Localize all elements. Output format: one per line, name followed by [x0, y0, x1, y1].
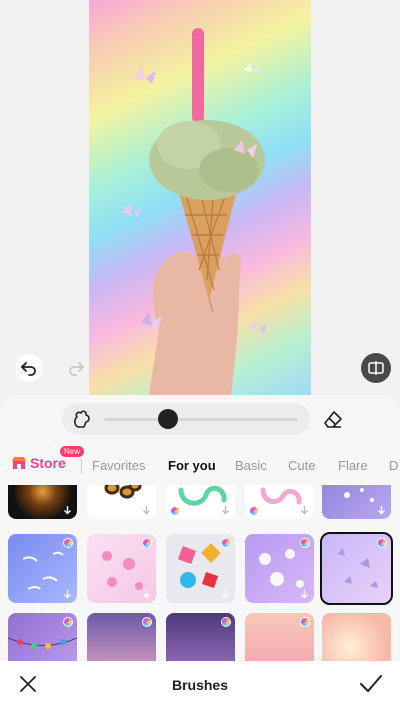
compare-icon	[368, 361, 384, 375]
download-icon	[222, 590, 229, 599]
category-tabs: Store New Favorites For you Basic Cute F…	[0, 445, 400, 485]
ice-cream-image	[122, 28, 267, 395]
brush-shape-icon[interactable]	[70, 407, 94, 431]
panel-title: Brushes	[171, 677, 229, 693]
store-icon	[12, 457, 26, 469]
bottom-bar: Brushes	[0, 661, 400, 711]
tab-divider	[81, 459, 82, 473]
premium-badge-icon	[142, 538, 152, 548]
redo-button[interactable]	[62, 354, 90, 382]
download-icon	[378, 506, 385, 515]
brush-leopard[interactable]	[87, 485, 156, 519]
premium-badge-icon	[377, 538, 387, 548]
slider-track[interactable]	[104, 418, 298, 421]
premium-badge-icon	[221, 617, 231, 627]
new-badge: New	[60, 446, 85, 457]
premium-badge-icon	[63, 538, 73, 548]
brush-bokeh-lights[interactable]	[87, 613, 156, 661]
compare-button[interactable]	[361, 353, 391, 383]
brush-fireworks[interactable]	[8, 485, 77, 519]
brush-soft-bokeh[interactable]	[322, 613, 391, 661]
undo-arrow-icon	[21, 362, 36, 376]
undo-button[interactable]	[15, 354, 43, 382]
premium-badge-icon	[300, 538, 310, 548]
slider-thumb[interactable]	[158, 409, 179, 429]
brush-gems[interactable]	[166, 534, 235, 603]
brush-sparkle-purple[interactable]	[322, 485, 391, 519]
tab-favorites[interactable]: Favorites	[92, 458, 145, 473]
premium-badge-icon	[300, 617, 310, 627]
brush-string-lights[interactable]	[8, 613, 77, 661]
premium-badge-icon	[249, 506, 259, 516]
premium-badge-icon	[221, 538, 231, 548]
store-label: Store	[30, 455, 66, 471]
tab-flare[interactable]: Flare	[338, 458, 368, 473]
brush-purple-flowers[interactable]	[245, 534, 314, 603]
tab-for-you[interactable]: For you	[168, 458, 216, 473]
edited-photo[interactable]	[89, 0, 311, 395]
brush-green-swirl[interactable]	[166, 485, 235, 519]
download-icon	[143, 506, 150, 515]
brush-glitter-purple[interactable]	[166, 613, 235, 661]
download-icon	[301, 590, 308, 599]
tab-store[interactable]: Store New	[12, 446, 85, 471]
download-icon	[222, 506, 229, 515]
brush-pearls[interactable]	[245, 613, 314, 661]
canvas-area	[0, 0, 400, 395]
download-icon	[64, 590, 71, 599]
brush-pink-swirl[interactable]	[245, 485, 314, 519]
tab-basic[interactable]: Basic	[235, 458, 267, 473]
download-icon	[64, 506, 71, 515]
tab-cute[interactable]: Cute	[288, 458, 315, 473]
download-icon	[301, 506, 308, 515]
brush-cherry-blossom[interactable]	[87, 534, 156, 603]
premium-badge-icon	[142, 617, 152, 627]
brush-butterflies-selected[interactable]	[320, 532, 393, 605]
redo-arrow-icon	[69, 362, 84, 376]
brush-feathers[interactable]	[8, 534, 77, 603]
premium-badge-icon	[170, 506, 180, 516]
eraser-icon[interactable]	[321, 407, 345, 431]
brush-size-slider[interactable]	[62, 403, 310, 435]
download-icon	[143, 590, 150, 599]
confirm-check-icon[interactable]	[359, 673, 383, 695]
brush-panel: Store New Favorites For you Basic Cute F…	[0, 395, 400, 711]
premium-badge-icon	[63, 617, 73, 627]
brush-grid	[0, 485, 400, 661]
tab-more[interactable]: D	[389, 458, 398, 473]
